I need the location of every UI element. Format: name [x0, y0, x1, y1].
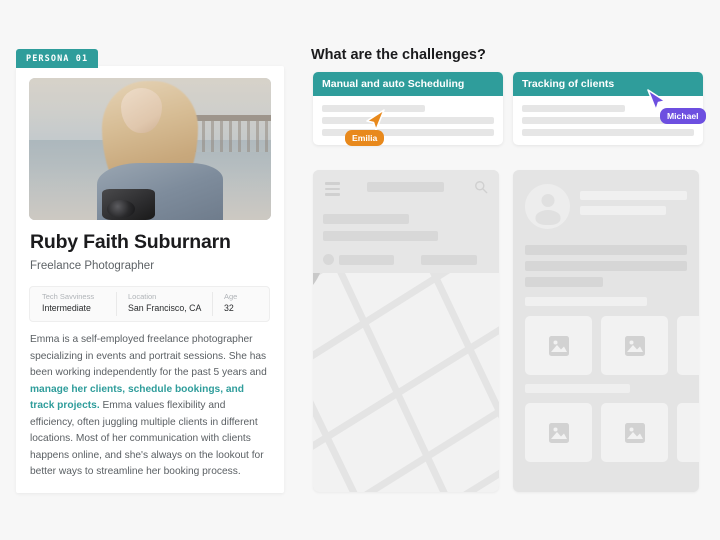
placeholder-bar: [525, 297, 647, 306]
screen: PERSONA 01 Ruby Faith Suburnarn Freelanc…: [0, 0, 720, 540]
cursor-label: Michael: [660, 108, 706, 124]
collaborator-cursor-michael: Michael: [646, 88, 706, 124]
challenge-card-header: Manual and auto Scheduling: [313, 72, 503, 96]
stat-label: Age: [224, 292, 238, 301]
cursor-arrow-icon: [366, 109, 385, 131]
stat-tech-savviness: Tech Savviness Intermediate: [30, 287, 116, 321]
placeholder-bar: [525, 384, 631, 393]
persona-stats: Tech Savviness Intermediate Location San…: [29, 286, 270, 322]
photo-camera: [101, 188, 155, 220]
persona-card: Ruby Faith Suburnarn Freelance Photograp…: [16, 66, 284, 493]
profile-header: [525, 184, 687, 229]
map-area[interactable]: [313, 273, 499, 492]
search-input[interactable]: [367, 182, 444, 192]
placeholder-bar: [339, 255, 394, 265]
challenges-title: What are the challenges?: [311, 47, 486, 63]
placeholder-bar: [421, 255, 477, 265]
map-pin-icon[interactable]: [313, 273, 325, 293]
placeholder-bar: [525, 261, 687, 271]
placeholder-bar: [580, 191, 687, 200]
image-placeholder-icon: [624, 335, 645, 356]
avatar-icon: [525, 184, 570, 229]
placeholder-bar: [522, 105, 626, 112]
placeholder-bar: [522, 129, 694, 136]
stat-value: Intermediate: [42, 303, 91, 313]
gallery-tile[interactable]: [677, 316, 699, 375]
stat-label: Tech Savviness: [42, 292, 95, 301]
bio-text-part1: Emma is a self-employed freelance photog…: [30, 334, 267, 379]
challenge-card-header: Tracking of clients: [513, 72, 703, 96]
stat-value: San Francisco, CA: [128, 303, 202, 313]
placeholder-bar: [322, 117, 494, 124]
map-streets: [313, 273, 499, 492]
wireframe-app-header: [313, 170, 499, 273]
hamburger-menu-icon[interactable]: [325, 182, 340, 199]
cursor-label: Emilia: [345, 130, 385, 146]
gallery-row: [525, 403, 699, 462]
gallery-tile[interactable]: [601, 403, 668, 462]
challenge-card-scheduling[interactable]: Manual and auto Scheduling Emilia: [313, 72, 503, 146]
profile-header-lines: [580, 184, 687, 221]
avatar-head: [541, 194, 554, 207]
stat-label: Location: [128, 292, 157, 301]
gallery-row: [525, 316, 699, 375]
gallery-tile[interactable]: [525, 316, 592, 375]
gallery-tile[interactable]: [525, 403, 592, 462]
placeholder-bar: [580, 206, 666, 215]
placeholder-bar: [323, 214, 409, 224]
image-placeholder-icon: [624, 422, 645, 443]
avatar-body: [535, 210, 560, 225]
persona-bio: Emma is a self-employed freelance photog…: [30, 332, 268, 481]
wireframe-profile-content: [513, 170, 699, 462]
persona-photo: [29, 78, 271, 220]
placeholder-bar: [525, 277, 603, 287]
wireframe-profile-app: [513, 170, 699, 492]
persona-badge: PERSONA 01: [16, 49, 99, 68]
wireframe-map-app: [313, 170, 499, 492]
collaborator-cursor-emilia: Emilia: [345, 108, 386, 146]
persona-name: Ruby Faith Suburnarn: [30, 231, 231, 253]
challenge-card-body: [313, 96, 503, 136]
persona-role: Freelance Photographer: [30, 260, 155, 272]
image-placeholder-icon: [548, 335, 569, 356]
search-icon[interactable]: [474, 180, 488, 194]
stat-age: Age 32: [212, 287, 271, 321]
stat-value: 32: [224, 303, 234, 313]
challenge-card-tracking[interactable]: Tracking of clients Michael: [513, 72, 706, 145]
gallery-tile[interactable]: [601, 316, 668, 375]
placeholder-dot: [323, 254, 334, 265]
bio-text-part2: Emma values flexibility and efficiency, …: [30, 400, 264, 478]
image-placeholder-icon: [548, 422, 569, 443]
stat-location: Location San Francisco, CA: [116, 287, 212, 321]
gallery-tile[interactable]: [677, 403, 699, 462]
placeholder-bar: [323, 231, 438, 241]
placeholder-bar: [525, 245, 687, 255]
